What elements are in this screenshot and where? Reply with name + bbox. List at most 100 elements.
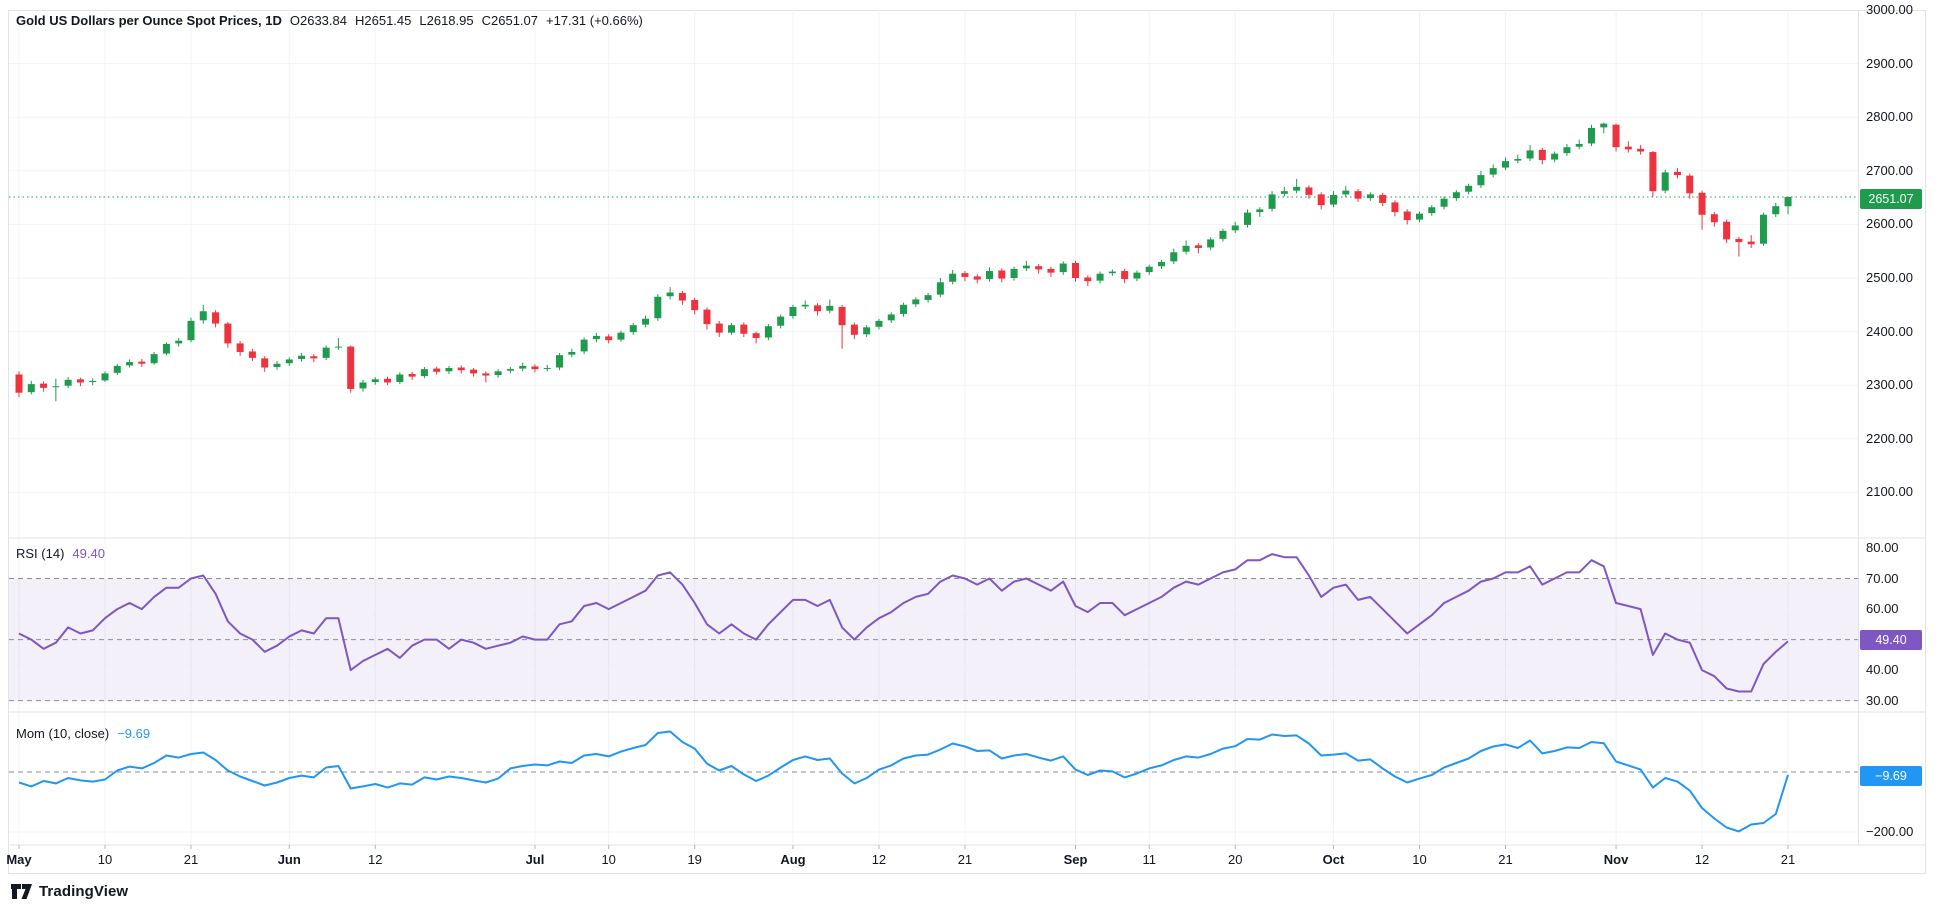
candle-body [1183,246,1190,252]
candle-body [1232,225,1239,230]
candle-body [814,305,821,311]
candle-body [175,341,182,344]
candle-body [1748,242,1755,245]
candle-body [273,364,280,367]
candle-body [495,371,502,375]
candle-body [1121,271,1128,279]
candle-body [384,379,391,383]
candle-body [728,325,735,333]
candle-body [237,343,244,352]
candle-body [40,384,47,388]
candle-body [138,362,145,364]
candle-body [1035,266,1042,269]
candle-body [310,356,317,358]
candle-body [740,325,747,334]
candle-body [765,326,772,337]
candle-body [323,348,330,358]
candle-body [1355,191,1362,199]
candle-body [65,380,72,386]
candle-body [1318,194,1325,205]
candle-body [28,384,35,392]
candle-body [1219,231,1226,239]
candle-body [1723,222,1730,240]
candle-body [1305,187,1312,195]
candle-body [1084,277,1091,281]
candle-body [888,314,895,320]
candle-body [1195,245,1202,248]
candle-body [1551,154,1558,160]
candle-body [839,307,846,325]
candle-body [1576,144,1583,147]
candle-body [1256,209,1263,212]
candle-body [654,297,661,318]
candle-body [1625,147,1632,150]
candle-body [1281,191,1288,194]
candle-body [335,347,342,348]
candle-body [1649,152,1656,191]
candle-body [1613,125,1620,148]
candle-body [1600,124,1607,128]
candle-body [470,370,477,374]
candle-body [1699,193,1706,215]
candle-body [716,324,723,333]
candle-body [1330,195,1337,205]
candle-body [396,374,403,382]
candle-body [753,333,760,338]
candle-body [1391,202,1398,212]
candle-body [593,336,600,339]
candle-body [1772,206,1779,214]
candle-body [1072,263,1079,278]
candle-body [1674,172,1681,175]
candle-body [581,340,588,352]
candle-body [1269,194,1276,208]
candle-body [1760,215,1767,244]
candle-body [1428,207,1435,213]
candle-body [925,295,932,300]
candle-body [1563,147,1570,153]
candle-body [187,321,194,340]
candle-body [998,270,1005,278]
chart-page: Gold US Dollars per Ounce Spot Prices, 1… [0,0,1936,910]
candle-body [507,369,514,371]
candle-body [1060,264,1067,273]
candle-body [802,305,809,307]
candle-body [1293,187,1300,191]
candle-body [372,379,379,382]
candle-body [1342,191,1349,195]
candle-body [482,373,489,375]
candle-body [605,336,612,340]
candle-body [1367,194,1374,198]
candle-body [347,347,354,389]
candle-body [458,368,465,371]
candle-body [1735,239,1742,242]
candle-body [1441,199,1448,207]
candle-body [949,274,956,282]
candle-body [642,319,649,325]
candle-body [1502,161,1509,167]
price-chart-canvas[interactable] [0,0,1936,910]
candle-body [114,366,121,373]
candle-body [630,325,637,332]
candle-body [986,271,993,279]
candle-body [163,344,170,354]
candle-body [1133,273,1140,279]
candle-body [1477,175,1484,185]
candle-body [777,317,784,326]
candle-body [1785,197,1792,206]
candle-body [519,366,526,369]
candle-body [1527,150,1534,158]
candle-body [1686,176,1693,194]
candle-body [445,368,452,371]
candle-body [224,324,231,344]
candle-body [789,307,796,316]
candle-body [212,312,219,323]
candle-body [875,321,882,327]
candle-body [1146,267,1153,272]
candle-body [151,354,158,363]
candle-body [89,381,96,382]
candle-body [1109,272,1116,274]
candle-body [679,293,686,301]
candle-body [1514,159,1521,161]
candle-body [568,352,575,355]
candle-body [667,292,674,296]
